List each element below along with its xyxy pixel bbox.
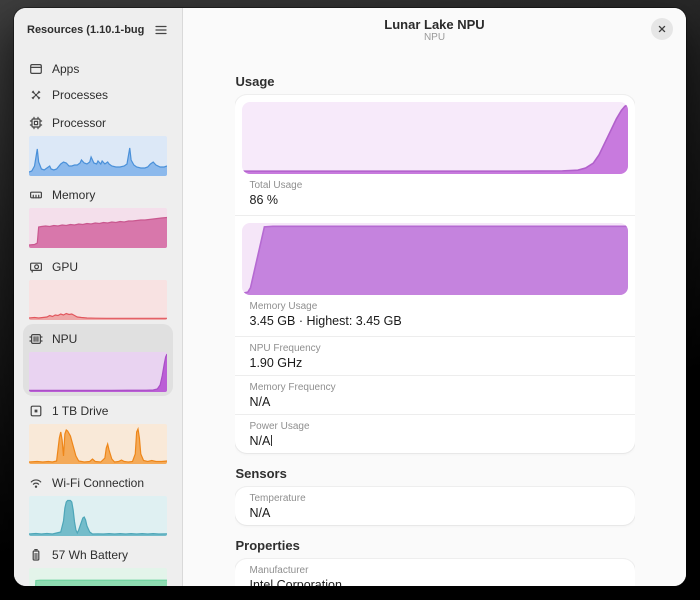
usage-card: Total Usage 86 % Memory Usage 3.45 GB · … — [235, 95, 635, 453]
close-icon — [656, 23, 668, 35]
processor-icon — [29, 116, 43, 130]
processor-mini-chart — [29, 136, 167, 176]
sidebar-item-label: Wi-Fi Connection — [52, 476, 144, 490]
memory-mini-chart — [29, 208, 167, 248]
manufacturer-label: Manufacturer — [250, 565, 620, 576]
drive-icon — [29, 404, 43, 418]
power-usage-value: N/A — [250, 434, 620, 448]
gpu-icon — [29, 260, 43, 274]
resources-window: Resources (1.10.1-bugfix… Apps — [14, 8, 686, 586]
memory-usage-row: Memory Usage 3.45 GB · Highest: 3.45 GB — [235, 215, 635, 336]
close-button[interactable] — [651, 18, 673, 40]
memory-frequency-row: Memory Frequency N/A — [235, 375, 635, 414]
sidebar-nav: Apps Processes Processor — [14, 52, 182, 586]
sidebar-item-wifi[interactable]: Wi-Fi Connection — [23, 468, 173, 540]
npu-mini-chart — [29, 352, 167, 392]
sensors-section-header: Sensors — [236, 466, 635, 481]
sidebar-item-processes[interactable]: Processes — [23, 82, 173, 108]
sidebar-header: Resources (1.10.1-bugfix… — [14, 8, 182, 52]
memory-frequency-label: Memory Frequency — [250, 382, 620, 393]
temperature-value: N/A — [250, 506, 620, 520]
wifi-mini-chart — [29, 496, 167, 536]
temperature-label: Temperature — [250, 493, 620, 504]
sidebar-item-memory[interactable]: Memory — [23, 180, 173, 252]
memory-usage-chart — [242, 223, 628, 295]
battery-icon — [29, 548, 43, 562]
usage-section-header: Usage — [236, 74, 635, 89]
sensors-card: Temperature N/A — [235, 487, 635, 525]
sidebar-item-label: 57 Wh Battery — [52, 548, 128, 562]
apps-icon — [29, 62, 43, 76]
memory-usage-value: 3.45 GB · Highest: 3.45 GB — [250, 314, 620, 328]
sidebar-item-label: Processes — [52, 88, 108, 102]
npu-frequency-value: 1.90 GHz — [250, 356, 620, 370]
processes-icon — [29, 88, 43, 102]
total-usage-row: Total Usage 86 % — [235, 95, 635, 215]
npu-frequency-label: NPU Frequency — [250, 343, 620, 354]
page-subtitle: NPU — [424, 32, 445, 44]
temperature-row: Temperature N/A — [235, 487, 635, 525]
power-usage-row: Power Usage N/A — [235, 414, 635, 453]
sidebar-item-apps[interactable]: Apps — [23, 56, 173, 82]
properties-card: Manufacturer Intel Corporation — [235, 559, 635, 586]
power-usage-label: Power Usage — [250, 421, 620, 432]
sidebar-item-label: GPU — [52, 260, 78, 274]
sidebar-item-npu[interactable]: NPU — [23, 324, 173, 396]
drive-mini-chart — [29, 424, 167, 464]
sidebar-item-label: Processor — [52, 116, 106, 130]
memory-frequency-value: N/A — [250, 395, 620, 409]
memory-icon — [29, 188, 43, 202]
main-header: Lunar Lake NPU NPU — [183, 8, 686, 52]
battery-mini-chart — [29, 568, 167, 586]
sidebar-item-label: 1 TB Drive — [52, 404, 108, 418]
text-cursor — [271, 435, 272, 446]
manufacturer-row: Manufacturer Intel Corporation — [235, 559, 635, 586]
sidebar-item-label: Memory — [52, 188, 95, 202]
main-panel: Lunar Lake NPU NPU Usage — [183, 8, 686, 586]
sidebar-item-battery[interactable]: 57 Wh Battery — [23, 540, 173, 586]
gpu-mini-chart — [29, 280, 167, 320]
total-usage-value: 86 % — [250, 193, 620, 207]
sidebar-item-label: Apps — [52, 62, 79, 76]
sidebar-item-label: NPU — [52, 332, 77, 346]
sidebar-item-drive[interactable]: 1 TB Drive — [23, 396, 173, 468]
manufacturer-value: Intel Corporation — [250, 578, 620, 586]
memory-usage-label: Memory Usage — [250, 301, 620, 312]
app-title: Resources (1.10.1-bugfix… — [27, 24, 144, 36]
sidebar: Resources (1.10.1-bugfix… Apps — [14, 8, 183, 586]
sidebar-item-gpu[interactable]: GPU — [23, 252, 173, 324]
main-menu-button[interactable] — [150, 19, 172, 41]
npu-icon — [29, 332, 43, 346]
total-usage-chart — [242, 102, 628, 174]
hamburger-icon — [154, 23, 168, 37]
detail-content: Usage Total Usage 86 % — [235, 52, 635, 586]
properties-section-header: Properties — [236, 538, 635, 553]
total-usage-label: Total Usage — [250, 180, 620, 191]
sidebar-item-processor[interactable]: Processor — [23, 108, 173, 180]
npu-frequency-row: NPU Frequency 1.90 GHz — [235, 336, 635, 375]
wifi-icon — [29, 476, 43, 490]
page-title: Lunar Lake NPU — [384, 17, 484, 32]
